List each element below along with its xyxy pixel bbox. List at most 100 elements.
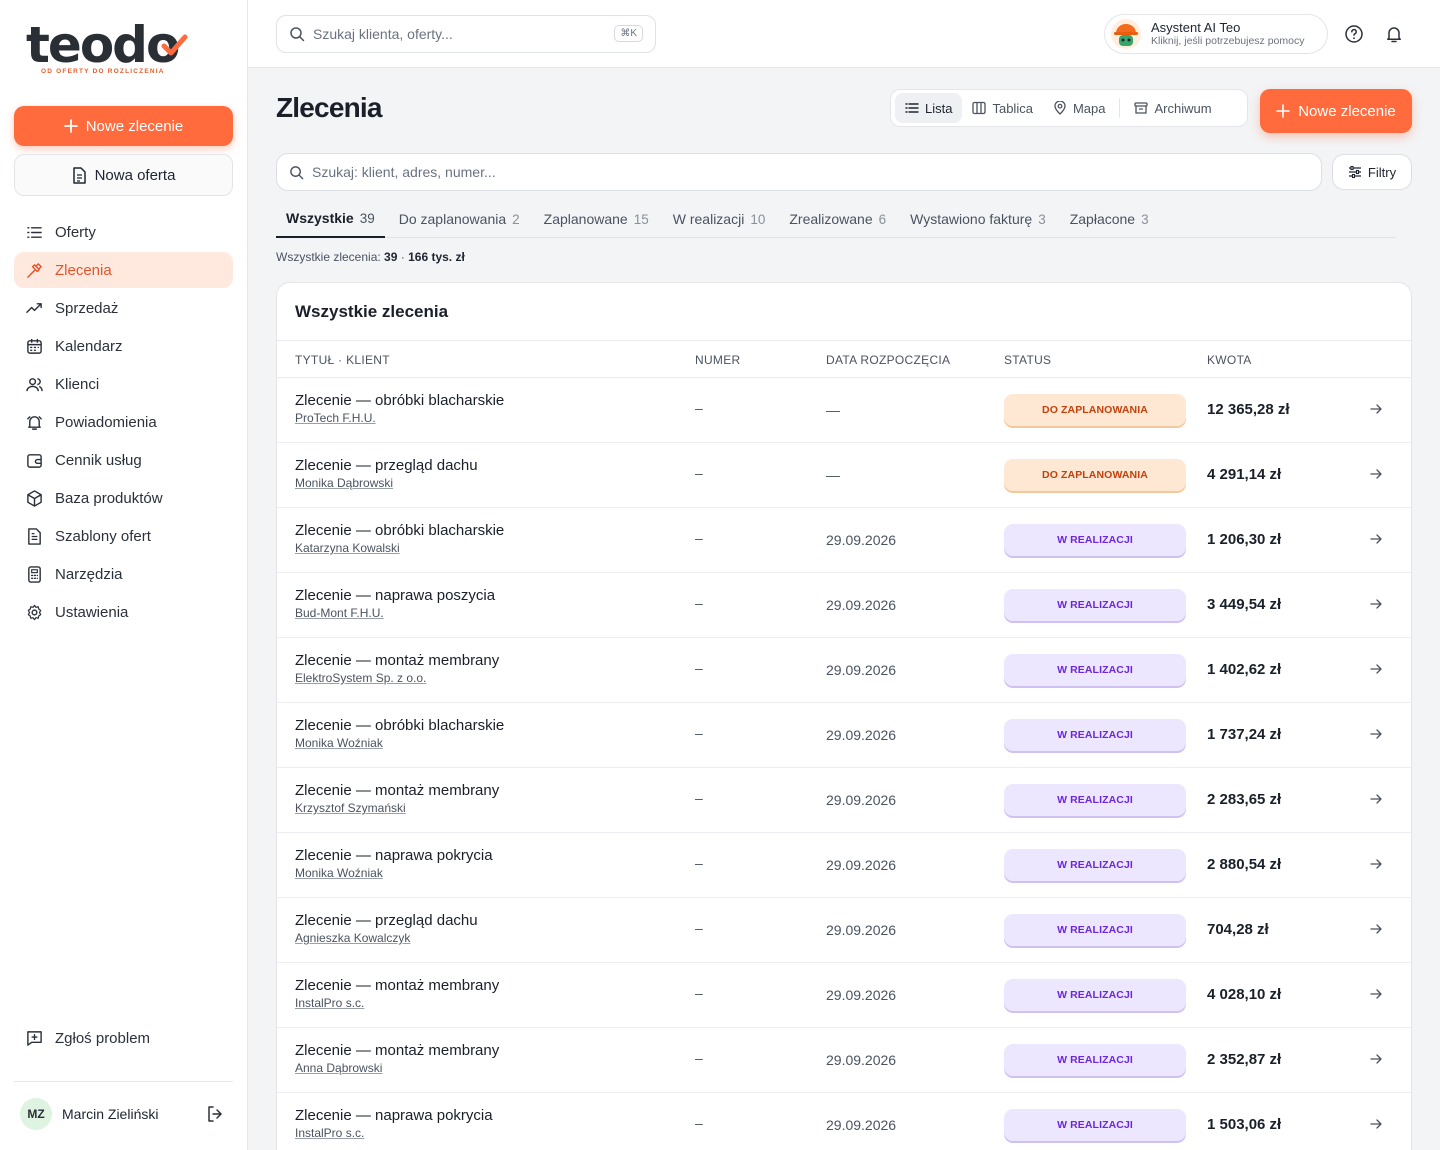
arrow-right-icon[interactable] <box>1369 467 1383 481</box>
table-row[interactable]: Zlecenie — naprawa pokrycia Monika Woźni… <box>277 833 1411 898</box>
tab-do-zaplanowania[interactable]: Do zaplanowania 2 <box>389 200 530 238</box>
tab-w-realizacji[interactable]: W realizacji 10 <box>663 200 776 238</box>
sidebar-item-sprzedaz[interactable]: Sprzedaż <box>14 290 233 326</box>
view-archive-button[interactable]: Archiwum <box>1124 93 1221 123</box>
table-row[interactable]: Zlecenie — obróbki blacharskie Monika Wo… <box>277 703 1411 768</box>
arrow-right-icon[interactable] <box>1369 1052 1383 1066</box>
plus-icon <box>1276 104 1291 118</box>
tab-zaplacone[interactable]: Zapłacone 3 <box>1060 200 1159 238</box>
user-profile[interactable]: MZ Marcin Zieliński <box>20 1097 230 1131</box>
table-row[interactable]: Zlecenie — obróbki blacharskie ProTech F… <box>277 378 1411 443</box>
arrow-right-icon[interactable] <box>1369 662 1383 676</box>
order-title: Zlecenie — montaż membrany <box>295 652 500 669</box>
arrow-right-icon[interactable] <box>1369 402 1383 416</box>
column-header-start-date[interactable]: DATA ROZPOCZĘCIA <box>826 353 950 367</box>
table-row[interactable]: Zlecenie — naprawa poszycia Bud-Mont F.H… <box>277 573 1411 638</box>
arrow-right-icon[interactable] <box>1369 922 1383 936</box>
table-row[interactable]: Zlecenie — montaż membrany Anna Dąbrowsk… <box>277 1028 1411 1093</box>
sidebar-nav: Oferty Zlecenia Sprzedaż Kalendarz Klien… <box>14 214 233 632</box>
table-body: Zlecenie — obróbki blacharskie ProTech F… <box>277 378 1411 1150</box>
new-offer-button[interactable]: Nowa oferta <box>14 154 233 196</box>
table-row[interactable]: Zlecenie — montaż membrany ElektroSystem… <box>277 638 1411 703</box>
sidebar-item-oferty[interactable]: Oferty <box>14 214 233 250</box>
order-title: Zlecenie — obróbki blacharskie <box>295 717 505 734</box>
tab-wszystkie[interactable]: Wszystkie 39 <box>276 200 385 238</box>
tab-wystawiono-fakture[interactable]: Wystawiono fakturę 3 <box>900 200 1056 238</box>
order-client-link[interactable]: ProTech F.H.U. <box>295 411 376 425</box>
orders-search-input[interactable] <box>312 164 1212 180</box>
arrow-right-icon[interactable] <box>1369 987 1383 1001</box>
global-search-input[interactable] <box>313 26 603 42</box>
new-order-main-button[interactable]: Nowe zlecenie <box>1260 89 1412 133</box>
column-header-amount[interactable]: KWOTA <box>1207 353 1252 367</box>
order-client-link[interactable]: Anna Dąbrowski <box>295 1061 382 1075</box>
report-icon <box>27 1031 42 1046</box>
tab-label: Zapłacone <box>1069 211 1136 227</box>
table-row[interactable]: Zlecenie — obróbki blacharskie Katarzyna… <box>277 508 1411 573</box>
status-badge: W REALIZACJI <box>1004 589 1186 621</box>
tab-count: 3 <box>1038 211 1046 227</box>
tab-label: Zaplanowane <box>543 211 628 227</box>
tab-count: 10 <box>750 211 766 227</box>
order-client-link[interactable]: Agnieszka Kowalczyk <box>295 931 410 945</box>
sidebar-item-zlecenia[interactable]: Zlecenia <box>14 252 233 288</box>
table-row[interactable]: Zlecenie — montaż membrany Krzysztof Szy… <box>277 768 1411 833</box>
arrow-right-icon[interactable] <box>1369 1117 1383 1131</box>
sidebar-item-szablony[interactable]: Szablony ofert <box>14 518 233 554</box>
order-client-link[interactable]: Monika Woźniak <box>295 866 383 880</box>
arrow-right-icon[interactable] <box>1369 597 1383 611</box>
orders-summary: Wszystkie zlecenia: 39 · 166 tys. zł <box>276 250 465 264</box>
order-number: – <box>695 595 703 611</box>
view-list-button[interactable]: Lista <box>895 93 963 123</box>
arrow-right-icon[interactable] <box>1369 792 1383 806</box>
sidebar-item-baza-produktow[interactable]: Baza produktów <box>14 480 233 516</box>
order-amount: 1 206,30 zł <box>1207 531 1282 548</box>
filters-button[interactable]: Filtry <box>1332 154 1412 190</box>
order-client-link[interactable]: Bud-Mont F.H.U. <box>295 606 384 620</box>
ai-assistant-button[interactable]: Asystent AI Teo Kliknij, jeśli potrzebuj… <box>1104 14 1328 54</box>
help-icon[interactable] <box>1344 24 1364 44</box>
sidebar-item-narzedzia[interactable]: Narzędzia <box>14 556 233 592</box>
notifications-bell-icon[interactable] <box>1384 24 1404 44</box>
order-client-link[interactable]: Monika Woźniak <box>295 736 383 750</box>
order-client-link[interactable]: ElektroSystem Sp. z o.o. <box>295 671 426 685</box>
arrow-right-icon[interactable] <box>1369 532 1383 546</box>
view-map-button[interactable]: Mapa <box>1043 93 1116 123</box>
tab-zaplanowane[interactable]: Zaplanowane 15 <box>534 200 659 238</box>
tab-count: 15 <box>633 211 649 227</box>
sidebar-item-kalendarz[interactable]: Kalendarz <box>14 328 233 364</box>
order-amount: 1 737,24 zł <box>1207 726 1282 743</box>
order-client-link[interactable]: Krzysztof Szymański <box>295 801 406 815</box>
order-client-link[interactable]: Monika Dąbrowski <box>295 476 393 490</box>
tab-zrealizowane[interactable]: Zrealizowane 6 <box>779 200 896 238</box>
table-row[interactable]: Zlecenie — przegląd dachu Monika Dąbrows… <box>277 443 1411 508</box>
order-client-link[interactable]: Katarzyna Kowalski <box>295 541 400 555</box>
sidebar-item-ustawienia[interactable]: Ustawienia <box>14 594 233 630</box>
order-client-link[interactable]: InstalPro s.c. <box>295 1126 364 1140</box>
tab-count: 39 <box>359 210 375 226</box>
orders-search[interactable] <box>276 153 1322 191</box>
logout-icon[interactable] <box>206 1105 224 1123</box>
sidebar-item-label: Klienci <box>55 375 100 393</box>
new-order-button[interactable]: Nowe zlecenie <box>14 106 233 146</box>
order-client-link[interactable]: InstalPro s.c. <box>295 996 364 1010</box>
sidebar-item-klienci[interactable]: Klienci <box>14 366 233 402</box>
logo[interactable]: teodo OD OFERTY DO ROZLICZENIA <box>26 20 188 80</box>
arrow-right-icon[interactable] <box>1369 727 1383 741</box>
table-row[interactable]: Zlecenie — montaż membrany InstalPro s.c… <box>277 963 1411 1028</box>
document-icon <box>28 527 41 545</box>
view-board-button[interactable]: Tablica <box>962 93 1042 123</box>
column-header-title[interactable]: TYTUŁ · KLIENT <box>295 353 390 367</box>
table-row[interactable]: Zlecenie — przegląd dachu Agnieszka Kowa… <box>277 898 1411 963</box>
assistant-title: Asystent AI Teo <box>1151 19 1241 35</box>
table-row[interactable]: Zlecenie — naprawa pokrycia InstalPro s.… <box>277 1093 1411 1150</box>
arrow-right-icon[interactable] <box>1369 857 1383 871</box>
global-search[interactable]: ⌘K <box>276 15 656 53</box>
report-problem-link[interactable]: Zgłoś problem <box>26 1030 150 1047</box>
sidebar-item-powiadomienia[interactable]: Powiadomienia <box>14 404 233 440</box>
order-title: Zlecenie — montaż membrany <box>295 977 500 994</box>
column-header-status[interactable]: STATUS <box>1004 353 1051 367</box>
columns-icon <box>972 101 987 115</box>
sidebar-item-cennik[interactable]: Cennik usług <box>14 442 233 478</box>
column-header-number[interactable]: NUMER <box>695 353 741 367</box>
